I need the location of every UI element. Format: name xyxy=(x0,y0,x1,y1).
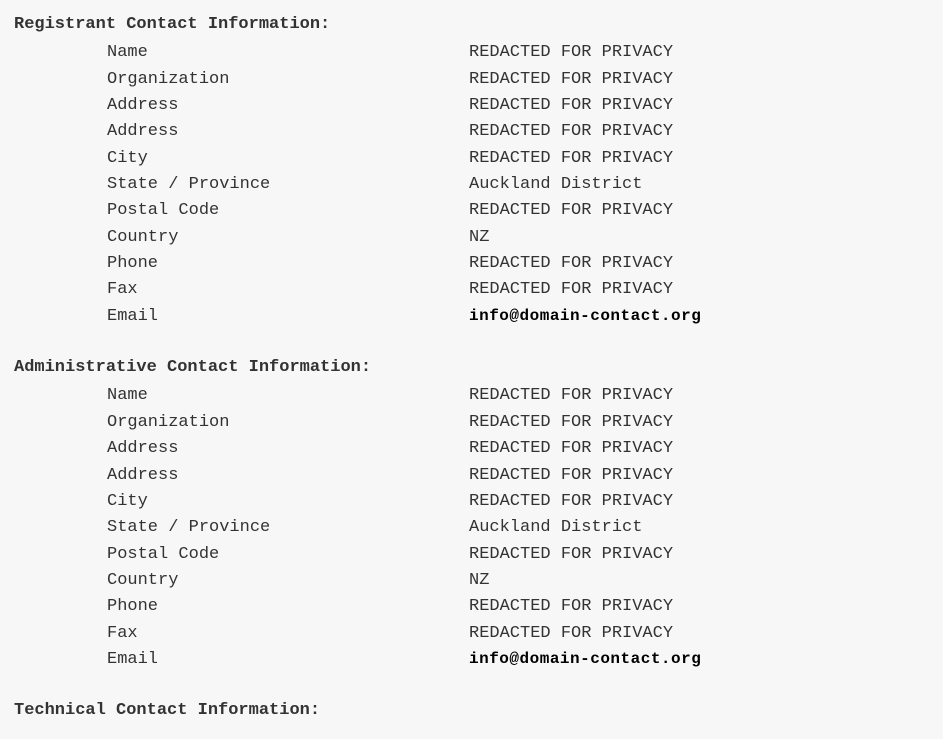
field-value: NZ xyxy=(469,225,489,251)
field-label: Country xyxy=(107,225,469,251)
email-value: info@domain-contact.org xyxy=(469,647,701,673)
field-value: REDACTED FOR PRIVACY xyxy=(469,542,673,568)
contact-row: Country NZ xyxy=(107,568,929,594)
technical-section: Technical Contact Information: xyxy=(14,698,929,724)
field-label: State / Province xyxy=(107,172,469,198)
contact-row: Organization REDACTED FOR PRIVACY xyxy=(107,67,929,93)
contact-row: Postal Code REDACTED FOR PRIVACY xyxy=(107,542,929,568)
field-label: Phone xyxy=(107,251,469,277)
contact-row: Name REDACTED FOR PRIVACY xyxy=(107,383,929,409)
field-value: REDACTED FOR PRIVACY xyxy=(469,594,673,620)
field-label: Name xyxy=(107,383,469,409)
field-value: REDACTED FOR PRIVACY xyxy=(469,146,673,172)
field-value: REDACTED FOR PRIVACY xyxy=(469,410,673,436)
field-value: REDACTED FOR PRIVACY xyxy=(469,436,673,462)
field-value: REDACTED FOR PRIVACY xyxy=(469,93,673,119)
contact-row: Fax REDACTED FOR PRIVACY xyxy=(107,621,929,647)
contact-row: Email info@domain-contact.org xyxy=(107,304,929,330)
field-value: REDACTED FOR PRIVACY xyxy=(469,40,673,66)
contact-row: Postal Code REDACTED FOR PRIVACY xyxy=(107,198,929,224)
field-value: REDACTED FOR PRIVACY xyxy=(469,463,673,489)
field-label: Name xyxy=(107,40,469,66)
administrative-section: Administrative Contact Information: Name… xyxy=(14,355,929,673)
field-value: Auckland District xyxy=(469,172,642,198)
contact-row: Address REDACTED FOR PRIVACY xyxy=(107,463,929,489)
contact-row: Fax REDACTED FOR PRIVACY xyxy=(107,277,929,303)
field-value: NZ xyxy=(469,568,489,594)
contact-row: Email info@domain-contact.org xyxy=(107,647,929,673)
contact-row: Country NZ xyxy=(107,225,929,251)
field-label: Organization xyxy=(107,410,469,436)
field-value: REDACTED FOR PRIVACY xyxy=(469,277,673,303)
contact-row: State / Province Auckland District xyxy=(107,172,929,198)
contact-row: Organization REDACTED FOR PRIVACY xyxy=(107,410,929,436)
field-value: REDACTED FOR PRIVACY xyxy=(469,621,673,647)
field-label: Address xyxy=(107,93,469,119)
contact-row: City REDACTED FOR PRIVACY xyxy=(107,489,929,515)
technical-heading: Technical Contact Information: xyxy=(14,698,929,724)
registrant-heading: Registrant Contact Information: xyxy=(14,12,929,38)
field-label: Address xyxy=(107,119,469,145)
field-label: Postal Code xyxy=(107,542,469,568)
field-label: Phone xyxy=(107,594,469,620)
registrant-section: Registrant Contact Information: Name RED… xyxy=(14,12,929,330)
contact-row: Phone REDACTED FOR PRIVACY xyxy=(107,594,929,620)
field-value: REDACTED FOR PRIVACY xyxy=(469,251,673,277)
field-value: REDACTED FOR PRIVACY xyxy=(469,198,673,224)
field-value: REDACTED FOR PRIVACY xyxy=(469,119,673,145)
field-value: REDACTED FOR PRIVACY xyxy=(469,67,673,93)
field-label: Address xyxy=(107,463,469,489)
administrative-heading: Administrative Contact Information: xyxy=(14,355,929,381)
contact-row: Address REDACTED FOR PRIVACY xyxy=(107,119,929,145)
field-value: Auckland District xyxy=(469,515,642,541)
contact-row: State / Province Auckland District xyxy=(107,515,929,541)
contact-row: City REDACTED FOR PRIVACY xyxy=(107,146,929,172)
field-label: State / Province xyxy=(107,515,469,541)
contact-row: Phone REDACTED FOR PRIVACY xyxy=(107,251,929,277)
email-value: info@domain-contact.org xyxy=(469,304,701,330)
field-value: REDACTED FOR PRIVACY xyxy=(469,489,673,515)
field-label: City xyxy=(107,489,469,515)
field-label: Organization xyxy=(107,67,469,93)
contact-row: Name REDACTED FOR PRIVACY xyxy=(107,40,929,66)
contact-row: Address REDACTED FOR PRIVACY xyxy=(107,436,929,462)
field-label: Country xyxy=(107,568,469,594)
field-label: City xyxy=(107,146,469,172)
field-label: Email xyxy=(107,647,469,673)
field-value: REDACTED FOR PRIVACY xyxy=(469,383,673,409)
field-label: Address xyxy=(107,436,469,462)
field-label: Postal Code xyxy=(107,198,469,224)
field-label: Fax xyxy=(107,621,469,647)
field-label: Email xyxy=(107,304,469,330)
contact-row: Address REDACTED FOR PRIVACY xyxy=(107,93,929,119)
field-label: Fax xyxy=(107,277,469,303)
